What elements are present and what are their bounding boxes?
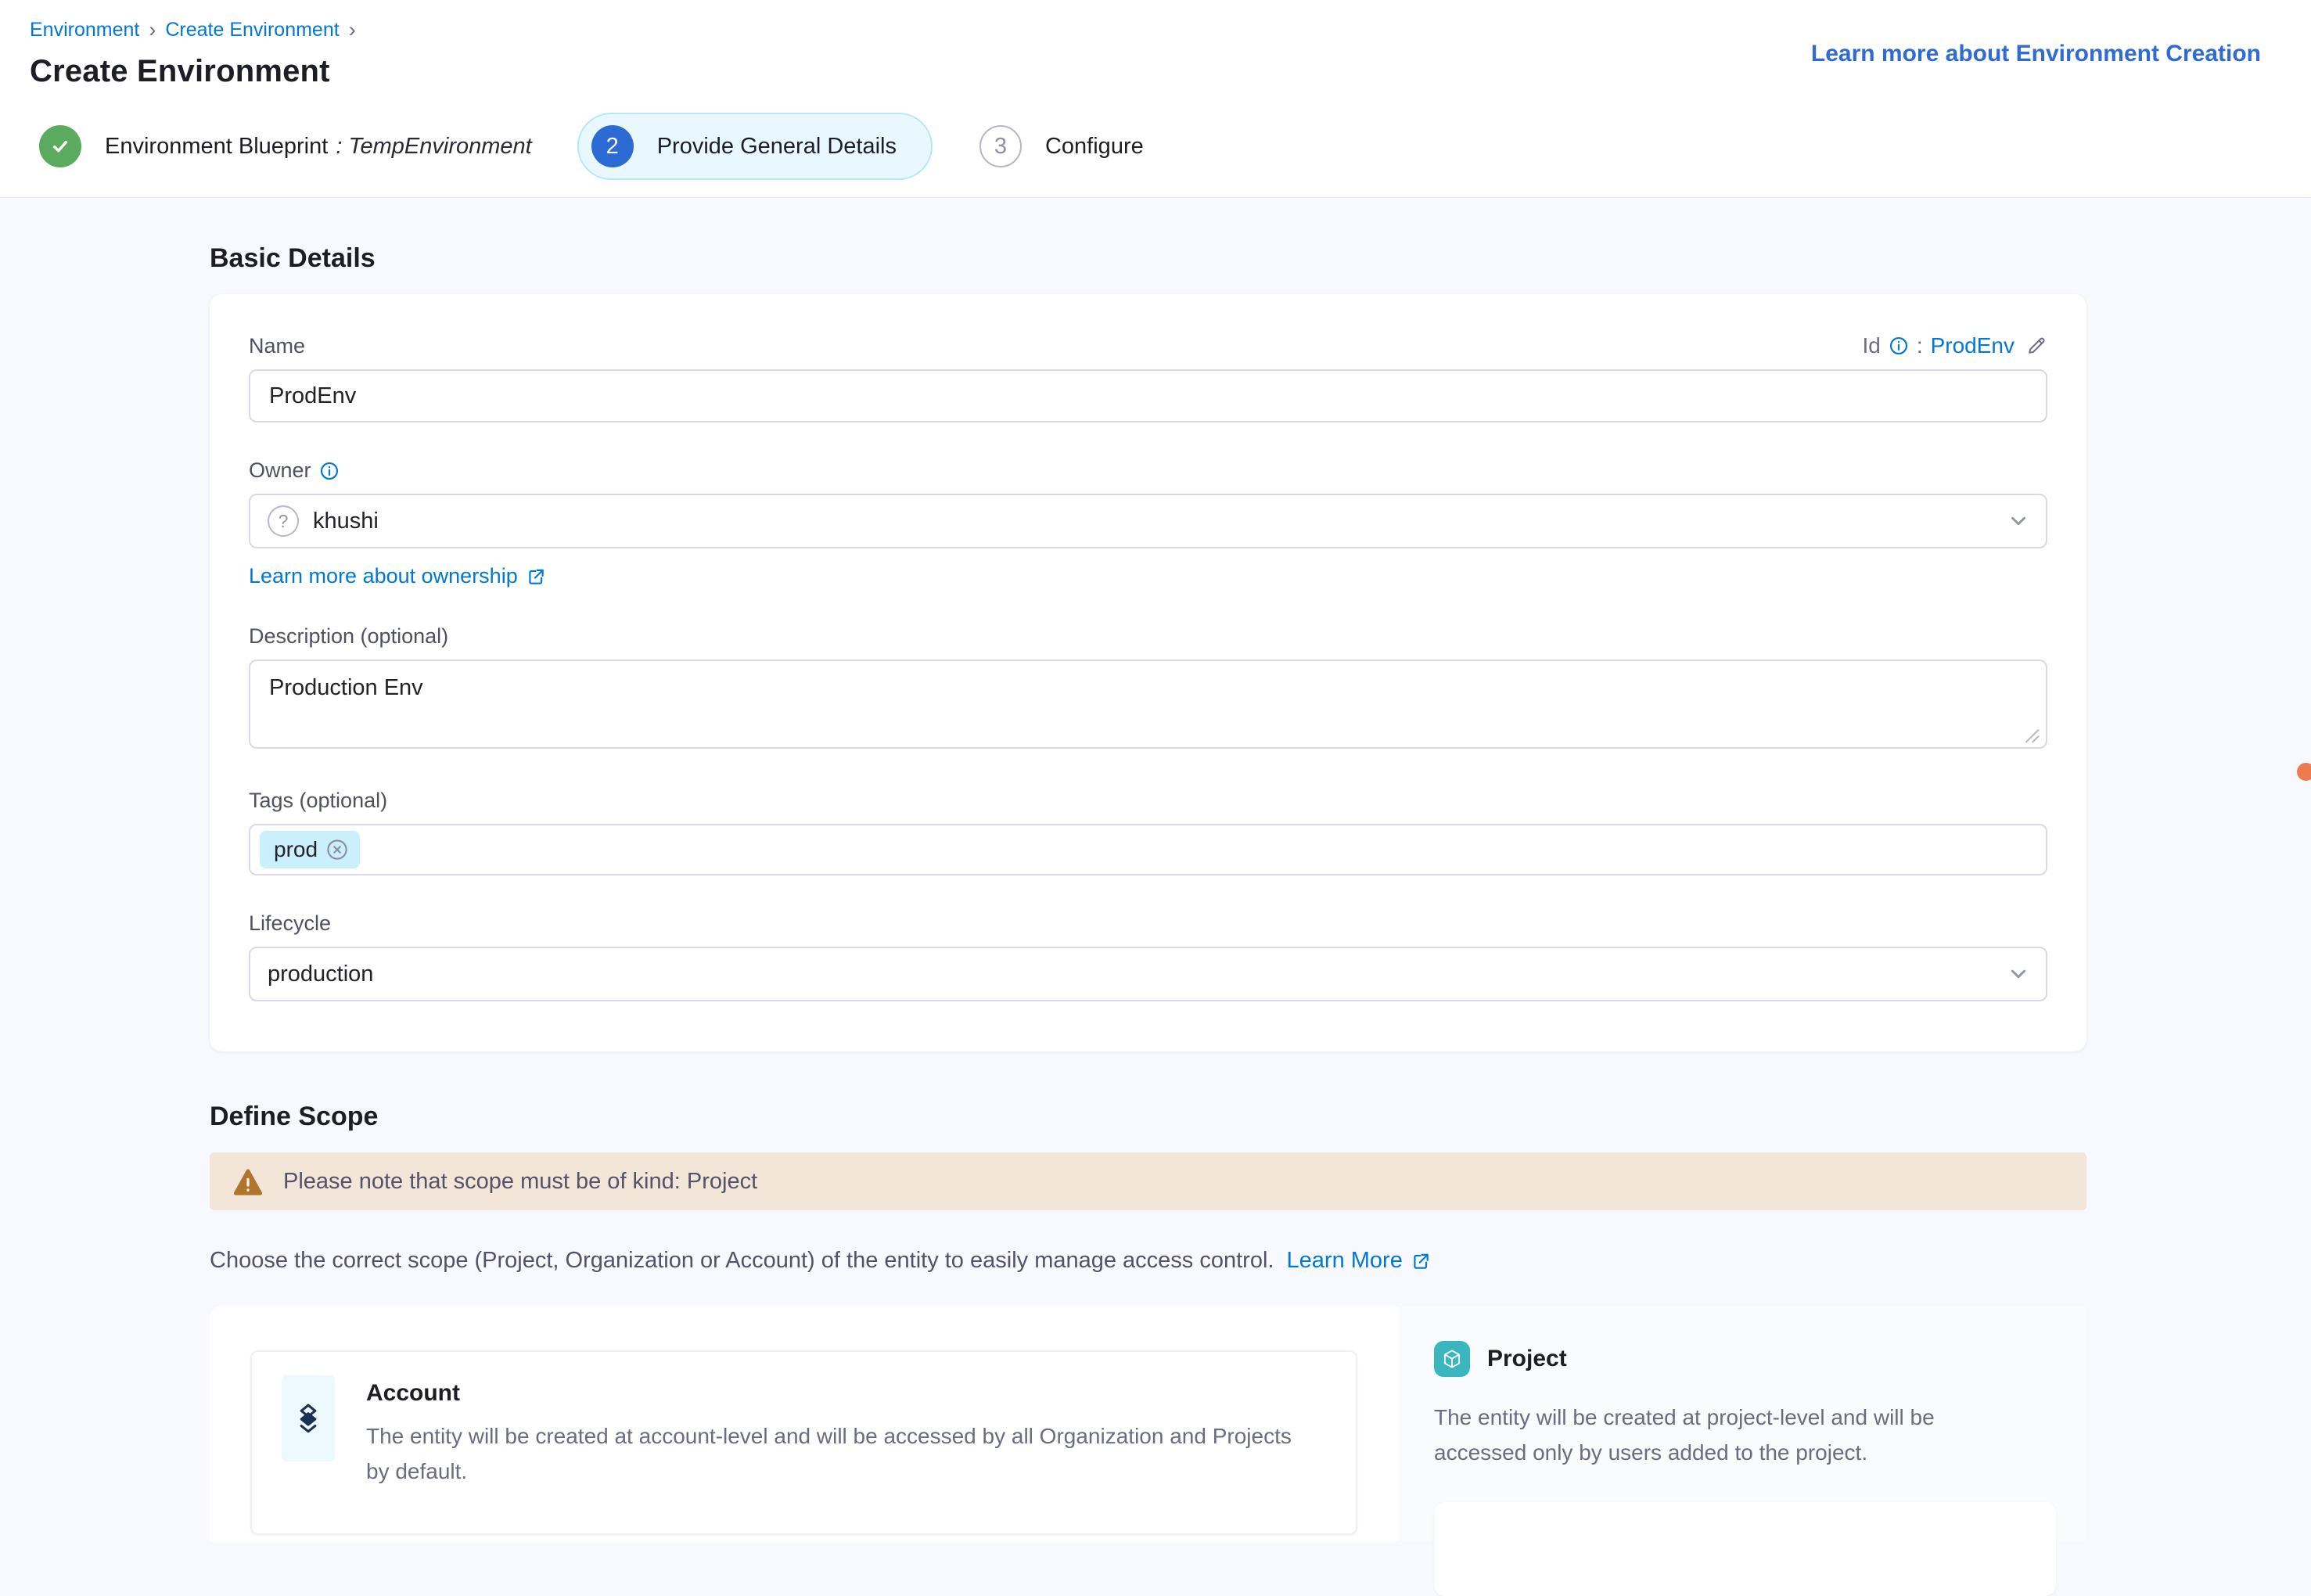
info-icon[interactable] (319, 461, 340, 481)
scope-intro-text: Choose the correct scope (Project, Organ… (210, 1248, 1274, 1273)
step-label: Environment Blueprint (105, 134, 328, 160)
breadcrumb-environment[interactable]: Environment (30, 19, 139, 41)
ownership-link-text: Learn more about ownership (249, 564, 518, 588)
info-icon[interactable] (1889, 336, 1909, 356)
id-label: Id (1862, 333, 1880, 358)
scope-option-project[interactable]: Project The entity will be created at pr… (1398, 1307, 2086, 1541)
owner-select[interactable]: ? khushi (249, 494, 2047, 548)
name-input[interactable] (249, 369, 2047, 422)
scope-left-panel: Account The entity will be created at ac… (210, 1307, 1398, 1541)
scope-learn-more-text: Learn More (1287, 1248, 1403, 1274)
project-option-description: The entity will be created at project-le… (1434, 1400, 2021, 1471)
learn-more-ownership-link[interactable]: Learn more about ownership (249, 564, 546, 588)
owner-avatar: ? (268, 505, 299, 537)
description-label: Description (optional) (249, 624, 2047, 649)
tags-input[interactable]: prod (249, 824, 2047, 875)
lifecycle-label: Lifecycle (249, 911, 2047, 936)
edit-id-pencil-icon[interactable] (2025, 335, 2047, 357)
basic-details-heading: Basic Details (210, 243, 2086, 274)
step-configure[interactable]: 3 Configure (979, 125, 1144, 167)
define-scope-heading: Define Scope (210, 1102, 2086, 1132)
tag-chip-label: prod (274, 837, 318, 862)
id-value[interactable]: ProdEnv (1931, 333, 2014, 358)
account-layers-icon (282, 1375, 335, 1461)
step-number-badge: 2 (591, 125, 634, 167)
tags-label: Tags (optional) (249, 789, 2047, 813)
remove-tag-icon[interactable] (325, 838, 349, 861)
external-link-icon (1411, 1251, 1431, 1271)
warning-text: Please note that scope must be of kind: … (283, 1169, 757, 1195)
account-option-description: The entity will be created at account-le… (366, 1419, 1321, 1490)
basic-details-card: Name Id : ProdEnv Owner ? khushi (210, 294, 2086, 1051)
step-label: Provide General Details (657, 134, 897, 160)
lifecycle-value: production (268, 962, 373, 987)
learn-more-environment-creation-link[interactable]: Learn more about Environment Creation (1811, 41, 2261, 67)
breadcrumb: Environment › Create Environment › (30, 19, 2261, 41)
owner-label: Owner (249, 458, 2047, 483)
id-row: Id : ProdEnv (1862, 333, 2047, 358)
tag-chip: prod (260, 831, 360, 868)
breadcrumb-separator-icon: › (149, 20, 156, 41)
project-option-title: Project (1487, 1346, 1567, 1372)
id-separator: : (1917, 333, 1923, 358)
main-content: Basic Details Name Id : ProdEnv Owner (210, 243, 2086, 1541)
project-cube-icon (1434, 1341, 1470, 1377)
scope-options: Account The entity will be created at ac… (210, 1307, 2086, 1541)
name-label: Name (249, 334, 305, 358)
chevron-down-icon (2007, 962, 2030, 986)
account-option-title: Account (366, 1380, 1321, 1407)
step-provide-general-details[interactable]: 2 Provide General Details (577, 113, 933, 180)
chevron-down-icon (2007, 509, 2030, 533)
description-textarea[interactable]: Production Env (249, 660, 2047, 749)
owner-label-text: Owner (249, 458, 311, 483)
step-complete-check-icon (39, 125, 81, 167)
project-picker-box[interactable] (1434, 1502, 2056, 1596)
resize-handle[interactable] (2022, 726, 2041, 745)
feedback-dot[interactable] (2297, 763, 2311, 781)
breadcrumb-separator-icon: › (349, 20, 356, 41)
scope-warning-banner: Please note that scope must be of kind: … (210, 1152, 2086, 1210)
breadcrumb-create-environment[interactable]: Create Environment (165, 19, 339, 41)
scope-intro: Choose the correct scope (Project, Organ… (210, 1248, 2086, 1274)
external-link-icon (526, 566, 546, 587)
step-environment-blueprint[interactable]: Environment Blueprint : TempEnvironment (39, 125, 532, 167)
warning-icon (232, 1166, 264, 1197)
step-label: Configure (1045, 134, 1144, 160)
top-bar: Environment › Create Environment › Creat… (0, 0, 2311, 97)
wizard-stepper: Environment Blueprint : TempEnvironment … (0, 97, 2311, 198)
owner-value: khushi (313, 509, 379, 534)
step-sublabel: : TempEnvironment (336, 134, 531, 160)
scope-learn-more-link[interactable]: Learn More (1287, 1248, 1431, 1274)
scope-option-account[interactable]: Account The entity will be created at ac… (250, 1350, 1357, 1535)
step-number-badge: 3 (979, 125, 1022, 167)
lifecycle-select[interactable]: production (249, 947, 2047, 1001)
